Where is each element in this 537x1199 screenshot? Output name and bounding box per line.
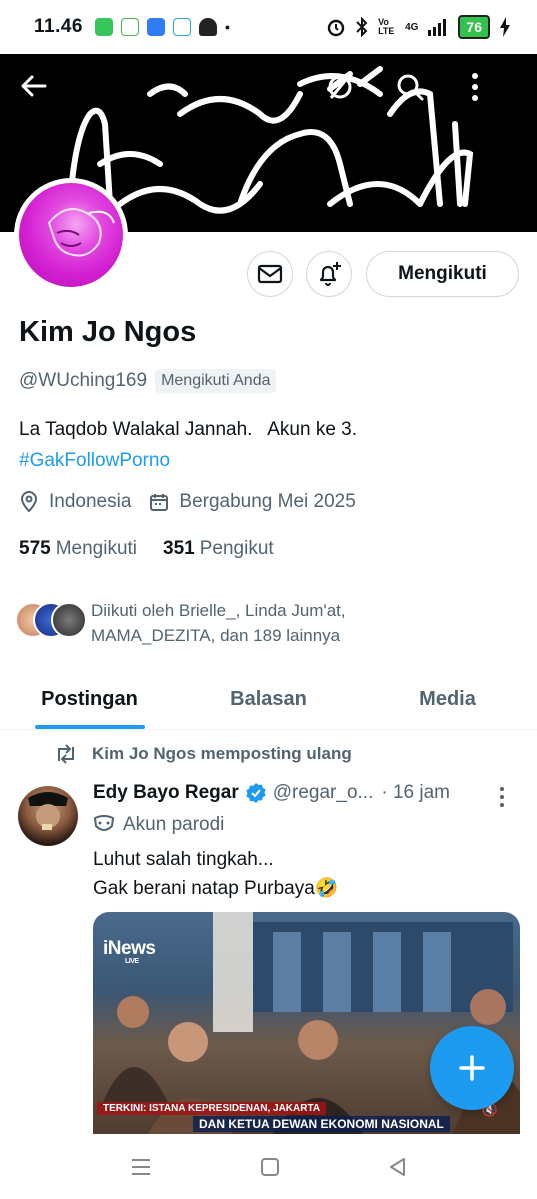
verified-badge-icon xyxy=(246,783,266,803)
status-time: 11.46 xyxy=(34,16,83,37)
video-ticker-bottom: DAN KETUA DEWAN EKONOMI NASIONAL xyxy=(193,1116,450,1132)
handle-row: @WUching169 Mengikuti Anda xyxy=(19,369,277,393)
more-vertical-icon xyxy=(500,787,504,807)
tab-media[interactable]: Media xyxy=(358,670,537,729)
profile-tabs: Postingan Balasan Media xyxy=(0,670,537,730)
following-count: 575 xyxy=(19,538,51,559)
parody-label: Akun parodi xyxy=(123,814,225,835)
post-author-name[interactable]: Edy Bayo Regar xyxy=(93,782,239,804)
mask-icon xyxy=(93,815,115,831)
network-label: 4G xyxy=(405,21,419,33)
status-app-icons: • xyxy=(95,18,230,36)
repost-indicator: Kim Jo Ngos memposting ulang xyxy=(54,744,352,764)
browser-app-icon xyxy=(147,18,165,36)
bio-text: La Taqdob Walakal Jannah. Akun ke 3. xyxy=(19,419,358,440)
location-text: Indonesia xyxy=(49,491,132,512)
calendar-icon xyxy=(150,494,169,511)
parody-label-row: Akun parodi xyxy=(93,814,224,836)
status-right-icons: Vo LTE 4G 76 xyxy=(326,15,511,39)
grab-app-icon xyxy=(121,18,139,36)
joined-text: Bergabung Mei 2025 xyxy=(179,491,356,512)
post-text-line: Gak berani natap Purbaya🤣 xyxy=(93,878,339,899)
system-navigation-bar xyxy=(0,1134,537,1199)
location-pin-icon xyxy=(20,491,38,513)
profile-stats: 575 Mengikuti 351 Pengikut xyxy=(19,538,274,560)
home-icon[interactable] xyxy=(260,1157,280,1177)
post-time: · 16 jam xyxy=(381,782,450,803)
location-item: Indonesia xyxy=(19,491,131,513)
bank-app-icon xyxy=(173,18,191,36)
dot-icon: • xyxy=(225,19,230,35)
bio-hashtag-link[interactable]: #GakFollowPorno xyxy=(19,445,357,476)
profile-avatar[interactable] xyxy=(14,178,128,292)
repost-label: Kim Jo Ngos memposting ulang xyxy=(92,744,352,763)
more-vertical-icon xyxy=(472,73,478,101)
profile-meta: Indonesia Bergabung Mei 2025 xyxy=(19,491,374,513)
post-author-handle[interactable]: @regar_o... xyxy=(273,782,374,804)
hide-button[interactable] xyxy=(325,72,369,116)
following-button[interactable]: Mengikuti xyxy=(366,251,519,297)
joined-item: Bergabung Mei 2025 xyxy=(149,491,356,513)
video-ticker-top: TERKINI: ISTANA KEPRESIDENAN, JAKARTA xyxy=(97,1102,327,1115)
recent-apps-icon[interactable] xyxy=(130,1157,152,1177)
profile-handle: @WUching169 xyxy=(19,370,148,391)
post-author-avatar[interactable] xyxy=(18,786,78,846)
tab-replies[interactable]: Balasan xyxy=(179,670,358,729)
eye-slash-icon xyxy=(328,75,352,99)
plus-icon xyxy=(459,1055,485,1081)
repost-icon xyxy=(58,744,74,764)
signal-icon xyxy=(428,19,447,36)
profile-name: Kim Jo Ngos xyxy=(19,316,197,348)
following-label: Mengikuti xyxy=(55,538,138,559)
alarm-icon xyxy=(327,19,345,37)
status-bar: 11.46 • Vo LTE 4G 76 xyxy=(0,0,537,54)
search-icon xyxy=(397,74,424,101)
post-more-button[interactable] xyxy=(498,786,506,813)
back-button[interactable] xyxy=(20,72,64,116)
followed-by-text: Diikuti oleh Brielle_, Linda Jum'at, MAM… xyxy=(91,601,346,645)
notify-button[interactable] xyxy=(306,251,352,297)
follows-you-badge: Mengikuti Anda xyxy=(155,369,277,393)
video-channel-logo: iNews LIVE xyxy=(103,938,156,965)
post-text: Luhut salah tingkah... Gak berani natap … xyxy=(93,845,338,903)
mail-icon xyxy=(257,264,283,284)
mutual-avatars xyxy=(15,602,87,642)
post-text-line: Luhut salah tingkah... xyxy=(93,849,274,870)
arrow-left-icon xyxy=(21,75,47,97)
volte-label: Vo LTE xyxy=(378,17,395,36)
battery-indicator: 76 xyxy=(458,15,490,39)
back-nav-icon[interactable] xyxy=(388,1157,408,1177)
mutual-avatar xyxy=(51,602,87,638)
post-header: Edy Bayo Regar @regar_o... · 16 jam xyxy=(93,782,450,804)
compose-post-button[interactable] xyxy=(430,1026,514,1110)
tab-posts[interactable]: Postingan xyxy=(0,670,179,729)
followers-count: 351 xyxy=(163,538,195,559)
search-button[interactable] xyxy=(395,72,439,116)
more-options-button[interactable] xyxy=(470,72,514,116)
bluetooth-icon xyxy=(356,17,368,37)
charging-icon xyxy=(500,17,510,37)
message-button[interactable] xyxy=(247,251,293,297)
following-stat[interactable]: 575 Mengikuti xyxy=(19,538,137,560)
notification-app-icon xyxy=(95,18,113,36)
profile-bio: La Taqdob Walakal Jannah. Akun ke 3. #Ga… xyxy=(19,414,357,476)
avatar-image xyxy=(19,183,123,287)
people-app-icon xyxy=(199,18,217,36)
followed-by-section[interactable]: Diikuti oleh Brielle_, Linda Jum'at, MAM… xyxy=(15,598,421,648)
bell-plus-icon xyxy=(319,262,341,286)
followers-stat[interactable]: 351 Pengikut xyxy=(163,538,274,560)
followers-label: Pengikut xyxy=(199,538,274,559)
